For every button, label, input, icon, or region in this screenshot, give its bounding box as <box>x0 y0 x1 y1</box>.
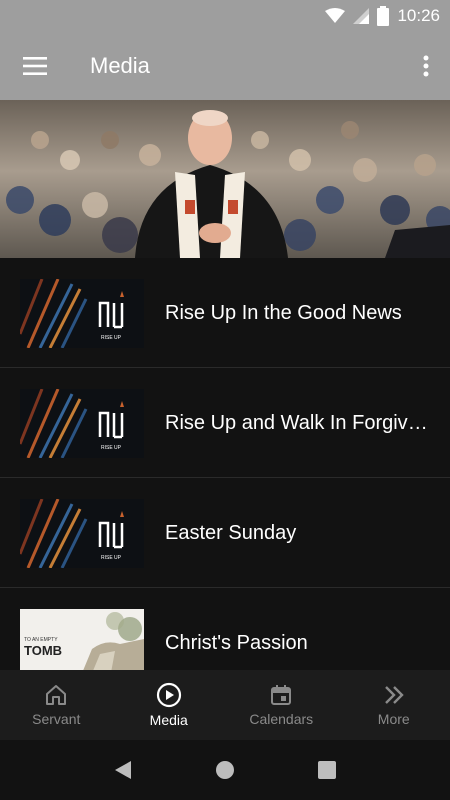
nav-label: Media <box>149 712 188 728</box>
list-item[interactable]: TO AN EMPTY TOMB Christ's Passion <box>0 588 450 670</box>
overflow-menu-button[interactable] <box>414 50 438 82</box>
home-icon <box>46 685 67 705</box>
nav-label: Servant <box>32 711 81 727</box>
list-item[interactable]: RISE UP Easter Sunday <box>0 478 450 588</box>
svg-text:RISE UP: RISE UP <box>101 335 122 341</box>
nav-label: More <box>377 711 410 727</box>
hero-photo-pastor <box>0 100 450 258</box>
sermon-thumbnail: RISE UP <box>20 499 144 568</box>
more-vert-icon <box>423 55 429 77</box>
menu-button[interactable] <box>18 52 52 80</box>
nav-item-media[interactable]: Media <box>113 670 226 740</box>
recents-icon[interactable] <box>317 760 337 780</box>
svg-text:RISE UP: RISE UP <box>101 555 122 561</box>
svg-text:TOMB: TOMB <box>24 643 62 658</box>
list-item[interactable]: RISE UP Rise Up In the Good News <box>0 258 450 368</box>
system-navigation-bar <box>0 740 450 800</box>
sermon-thumbnail: TO AN EMPTY TOMB <box>20 609 144 670</box>
play-circle-icon <box>156 682 181 708</box>
bottom-navigation: Servant Media Calendars More <box>0 670 450 740</box>
calendar-icon <box>271 685 292 705</box>
media-list: RISE UP Rise Up In the Good News RISE UP… <box>0 258 450 670</box>
media-title: Christ's Passion <box>165 632 308 654</box>
back-icon[interactable] <box>113 760 133 780</box>
page-title: Media <box>90 53 150 78</box>
app-bar: Media <box>0 32 450 100</box>
sermon-thumbnail: RISE UP <box>20 279 144 348</box>
media-title: Easter Sunday <box>165 522 297 544</box>
home-circle-icon[interactable] <box>215 760 235 780</box>
media-title: Rise Up and Walk In Forgiveness <box>165 412 430 434</box>
status-icons: 10:26 <box>325 0 440 32</box>
list-item[interactable]: RISE UP Rise Up and Walk In Forgiveness <box>0 368 450 478</box>
wifi-icon <box>325 8 346 23</box>
media-title: Rise Up In the Good News <box>165 302 402 324</box>
status-time: 10:26 <box>397 6 440 25</box>
hamburger-menu-icon <box>23 57 47 75</box>
nav-item-servant[interactable]: Servant <box>0 670 113 740</box>
nav-item-more[interactable]: More <box>338 670 450 740</box>
nav-label: Calendars <box>249 711 314 727</box>
chevron-double-right-icon <box>384 686 404 704</box>
sermon-thumbnail: RISE UP <box>20 389 144 458</box>
status-bar: 10:26 <box>0 0 450 32</box>
battery-icon <box>377 6 390 26</box>
signal-icon <box>353 8 370 24</box>
hero-image[interactable] <box>0 100 450 258</box>
nav-item-calendars[interactable]: Calendars <box>225 670 338 740</box>
svg-text:RISE UP: RISE UP <box>101 445 122 451</box>
